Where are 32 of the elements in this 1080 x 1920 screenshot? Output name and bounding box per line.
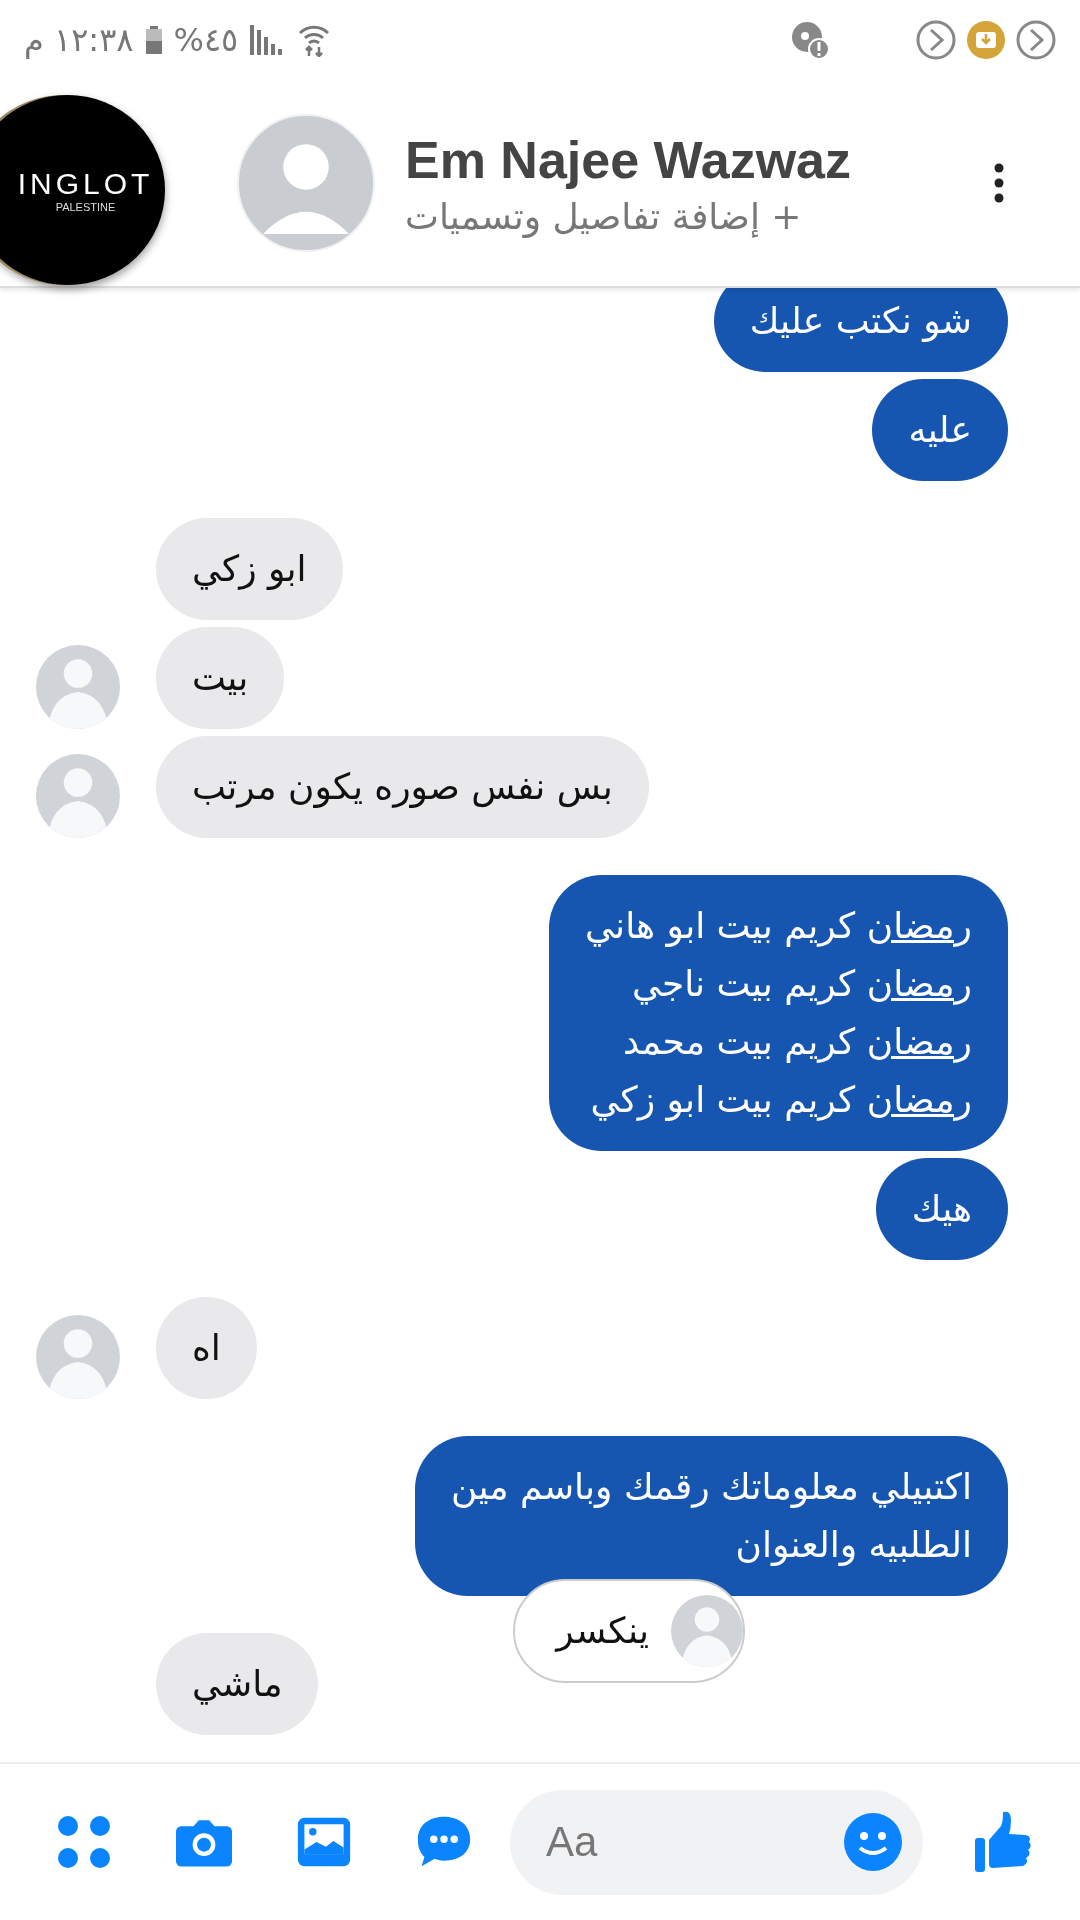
- battery-icon: [145, 26, 162, 54]
- contact-name[interactable]: Em Najee Wazwaz: [405, 129, 851, 190]
- thumbs-up-icon[interactable]: [973, 1810, 1033, 1874]
- link[interactable]: رمضان: [866, 1079, 972, 1120]
- download-icon: [966, 20, 1006, 60]
- alert-icon: [790, 20, 830, 60]
- message-bubble: ماشي: [156, 1633, 319, 1735]
- reply-chip[interactable]: ينكسر: [513, 1579, 745, 1683]
- message-bubble: اه: [156, 1297, 257, 1399]
- message-bubble: عليه: [872, 379, 1008, 481]
- link[interactable]: رمضان: [866, 963, 972, 1004]
- wifi-icon: [298, 23, 331, 57]
- menu-dots-icon[interactable]: [56, 1814, 112, 1870]
- logo-title: INGLOT: [16, 167, 154, 201]
- add-details-link[interactable]: + إضافة تفاصيل وتسميات: [405, 195, 802, 237]
- avatar-icon: [671, 1595, 743, 1667]
- emoji-icon[interactable]: [843, 1811, 903, 1872]
- more-icon[interactable]: [994, 163, 1004, 203]
- message-bubble: بيت: [156, 627, 285, 729]
- message-bubble: بس نفس صوره يكون مرتب: [156, 736, 649, 838]
- reply-text: ينكسر: [556, 1609, 649, 1654]
- play-circle-icon: [1016, 20, 1056, 60]
- battery-percent: %٤٥: [173, 21, 239, 59]
- link[interactable]: رمضان: [866, 905, 972, 946]
- message-bubble: ابو زكي: [156, 518, 343, 620]
- link[interactable]: رمضان: [866, 1021, 972, 1062]
- message-bubble: رمضان كريم بيت ابو هاني رمضان كريم بيت ناجي رمضان كريم بيت محمد رمضان كريم بيت ابو زكي: [549, 875, 1008, 1151]
- logo-subtitle: PALESTINE: [54, 201, 116, 213]
- message-bubble: هيك: [875, 1158, 1008, 1260]
- message-field[interactable]: Aa: [510, 1789, 923, 1895]
- play-circle-icon: [916, 20, 956, 60]
- status-time: ١٢:٣٨ م: [24, 21, 134, 59]
